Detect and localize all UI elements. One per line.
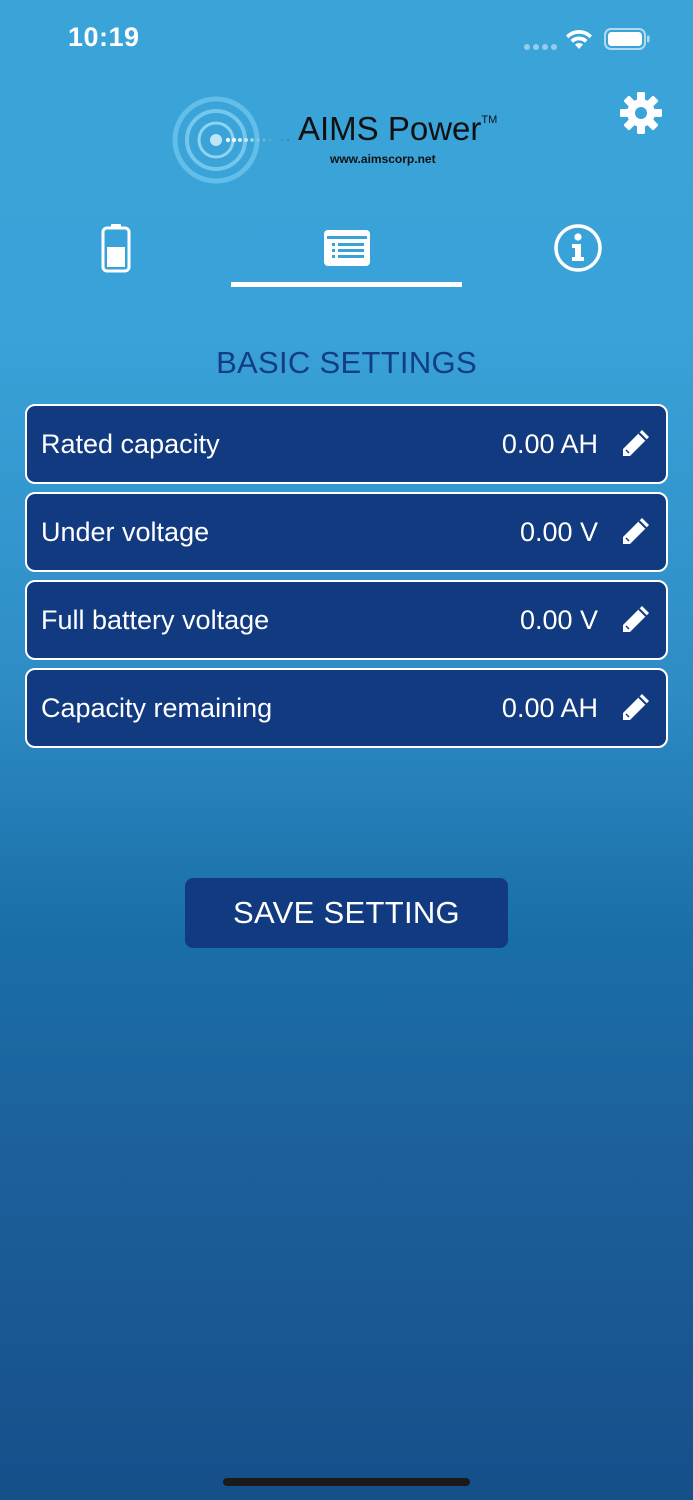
setting-row-capacity-remaining[interactable]: Capacity remaining 0.00 AH: [25, 668, 668, 748]
home-indicator[interactable]: [223, 1478, 470, 1486]
setting-value: 0.00 V: [519, 517, 598, 547]
setting-label: Rated capacity: [41, 429, 220, 459]
battery-icon: [101, 224, 130, 273]
tab-selected-indicator: [231, 282, 462, 287]
aims-power-logo: AIMS PowerTM www.aimscorp.net: [172, 96, 532, 186]
setting-value: 0.00 AH: [501, 429, 598, 459]
setting-row-rated-capacity[interactable]: Rated capacity 0.00 AH: [25, 404, 668, 484]
battery-status-icon: [604, 28, 650, 50]
setting-label: Capacity remaining: [41, 693, 273, 723]
logo-mark-icon: [172, 96, 289, 184]
pencil-icon[interactable]: [618, 515, 652, 549]
save-setting-button[interactable]: SAVE SETTING: [185, 878, 508, 948]
list-icon: [323, 230, 370, 266]
logo-brand-name: AIMS PowerTM: [298, 110, 498, 147]
info-icon: [553, 224, 602, 272]
setting-label: Under voltage: [41, 517, 210, 547]
pencil-icon[interactable]: [618, 427, 652, 461]
setting-value: 0.00 V: [519, 605, 598, 635]
pencil-icon[interactable]: [618, 691, 652, 725]
tab-bar: [0, 210, 693, 290]
setting-label: Full battery voltage: [41, 605, 270, 635]
tab-basic-settings[interactable]: [231, 210, 462, 286]
gear-icon[interactable]: [620, 92, 662, 134]
status-bar: 10:19: [0, 0, 693, 80]
tab-battery[interactable]: [0, 210, 231, 286]
wifi-icon: [566, 29, 592, 49]
pencil-icon[interactable]: [618, 603, 652, 637]
setting-value: 0.00 AH: [501, 693, 598, 723]
section-title: BASIC SETTINGS: [216, 345, 477, 380]
setting-row-full-battery-voltage[interactable]: Full battery voltage 0.00 V: [25, 580, 668, 660]
cellular-signal-icon: [524, 44, 558, 50]
logo-url: www.aimscorp.net: [330, 152, 436, 166]
tab-info[interactable]: [462, 210, 693, 286]
settings-list: Rated capacity 0.00 AH Under voltage 0.0…: [25, 404, 668, 756]
setting-row-under-voltage[interactable]: Under voltage 0.00 V: [25, 492, 668, 572]
status-time: 10:19: [68, 22, 140, 52]
